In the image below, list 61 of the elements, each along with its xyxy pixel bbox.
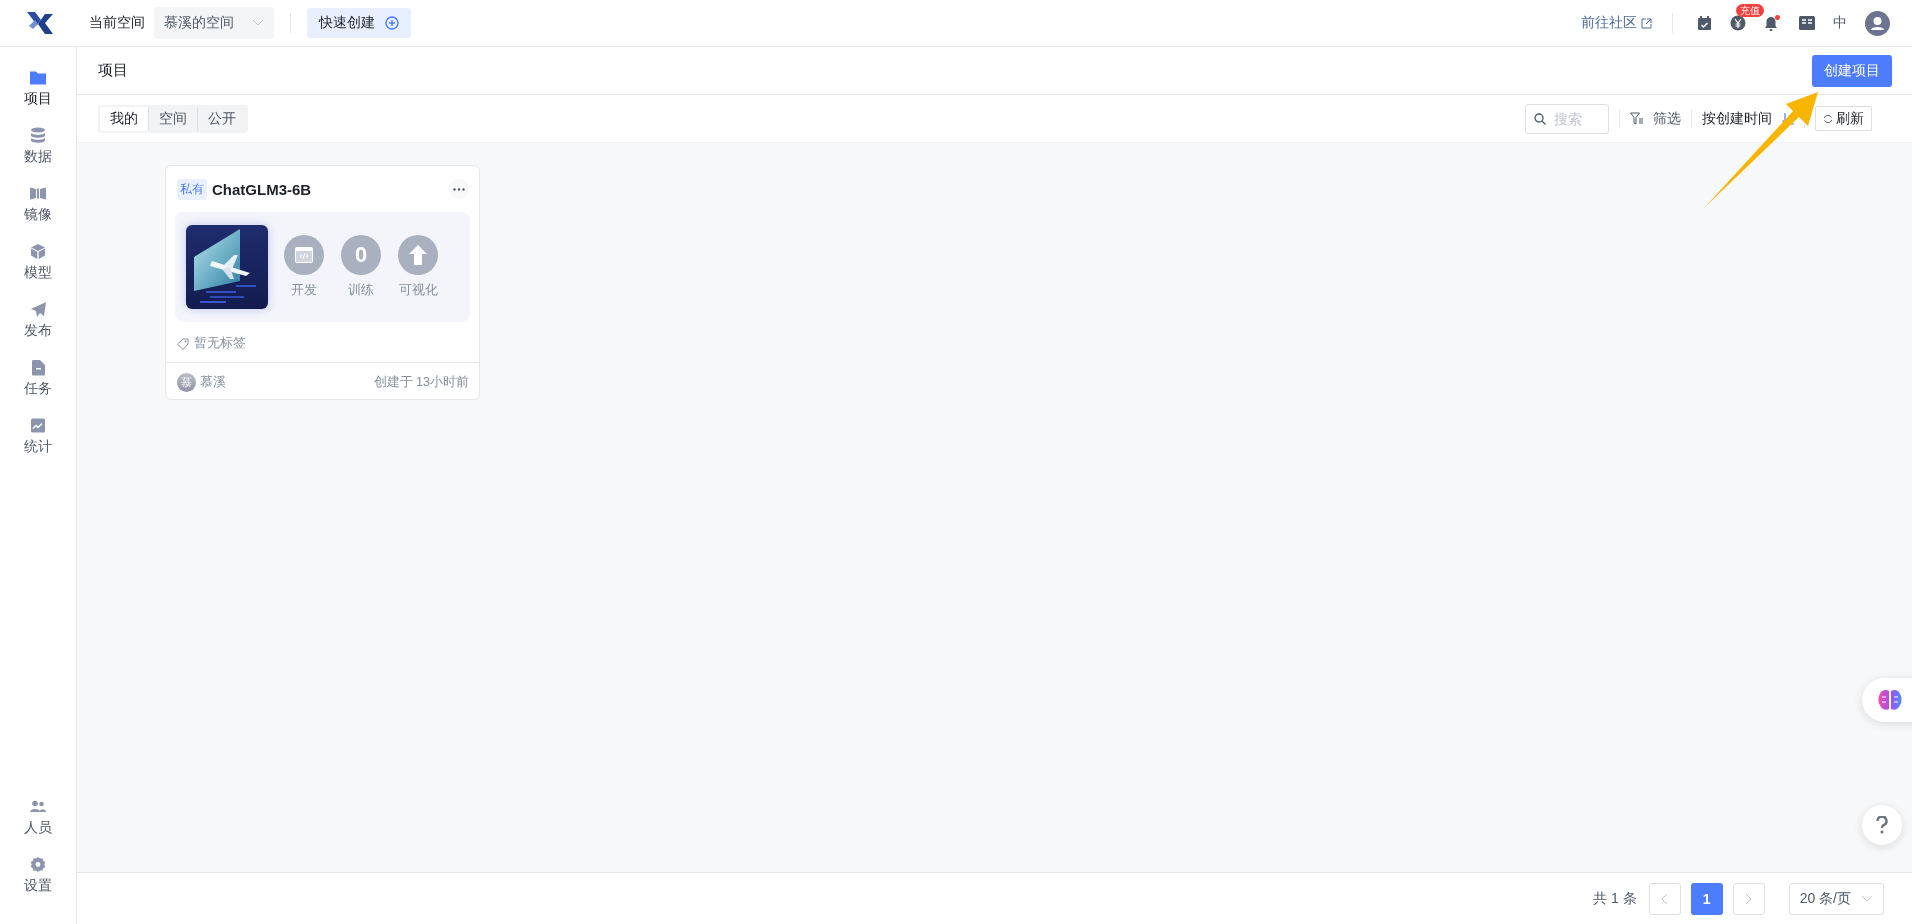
sidebar-item[interactable]: 模型 [0, 243, 76, 301]
project-name[interactable]: ChatGLM3-6B [212, 180, 444, 198]
book-icon[interactable] [1799, 16, 1815, 30]
refresh-icon [1823, 113, 1833, 124]
owner-avatar: 慕 [177, 373, 196, 392]
people-icon [30, 798, 46, 815]
filter-icon [1630, 112, 1643, 125]
owner-name: 慕溪 [200, 374, 226, 391]
settings-icon [30, 856, 46, 873]
community-link[interactable]: 前往社区 [1581, 14, 1652, 32]
page-button[interactable]: 1 [1690, 882, 1723, 915]
sidebar-item[interactable]: 人员 [0, 798, 76, 856]
sidebar-item[interactable]: 项目 [0, 69, 76, 127]
language-button[interactable]: 中 [1833, 14, 1847, 32]
ai-assistant-button[interactable] [1862, 678, 1912, 722]
quick-create-button[interactable]: 快速创建 [307, 8, 411, 38]
chevron-down-icon [1861, 894, 1873, 903]
calendar-icon[interactable] [1697, 15, 1712, 31]
sidebar-item[interactable]: 数据 [0, 127, 76, 185]
tag-icon [177, 337, 189, 350]
brain-icon [1878, 689, 1902, 711]
search-field[interactable]: 搜索 [1525, 103, 1609, 134]
create-project-button[interactable]: 创建项目 [1812, 54, 1892, 87]
database-icon [30, 127, 46, 144]
sidebar-item[interactable]: 设置 [0, 856, 76, 914]
folder-icon [29, 69, 47, 86]
bell-icon[interactable] [1764, 15, 1781, 31]
visibility-tag: 私有 [177, 178, 207, 200]
page-size-select[interactable]: 20 条/页 [1788, 882, 1884, 915]
document-icon [30, 359, 46, 376]
arrow-up-icon [409, 245, 427, 265]
filter-tab[interactable]: 公开 [197, 106, 246, 131]
recharge-badge[interactable]: 充值 [1736, 4, 1764, 17]
tags-empty-text: 暂无标签 [194, 335, 246, 352]
refresh-button[interactable]: 刷新 [1815, 106, 1872, 131]
space-label: 当前空间 [89, 14, 145, 32]
sidebar-item[interactable]: 统计 [0, 417, 76, 475]
chevron-down-icon [252, 19, 264, 27]
created-time: 创建于 13小时前 [373, 374, 469, 391]
chevron-left-icon [1661, 892, 1669, 905]
logo-icon[interactable] [27, 12, 53, 34]
sidebar-item[interactable]: 任务 [0, 359, 76, 417]
total-count: 共 1 条 [1593, 889, 1637, 908]
filter-button[interactable]: 筛选 [1630, 109, 1681, 128]
filter-tab[interactable]: 我的 [100, 106, 148, 131]
book-icon [29, 185, 47, 202]
external-link-icon [1641, 17, 1652, 29]
sidebar-item[interactable]: 镜像 [0, 185, 76, 243]
code-window-icon [295, 247, 313, 263]
space-select[interactable]: 慕溪的空间 [154, 7, 274, 39]
chart-icon [30, 417, 46, 434]
page-title: 项目 [98, 61, 128, 80]
sidebar-item[interactable]: 发布 [0, 301, 76, 359]
more-menu-icon[interactable] [449, 179, 469, 199]
yen-coin-icon[interactable] [1730, 15, 1746, 31]
chevron-right-icon [1745, 892, 1753, 905]
cube-icon [30, 243, 46, 260]
filter-tab[interactable]: 空间 [148, 106, 197, 131]
plus-circle-icon [385, 16, 399, 30]
paper-plane-icon [29, 301, 47, 318]
avatar-icon[interactable] [1865, 10, 1890, 36]
